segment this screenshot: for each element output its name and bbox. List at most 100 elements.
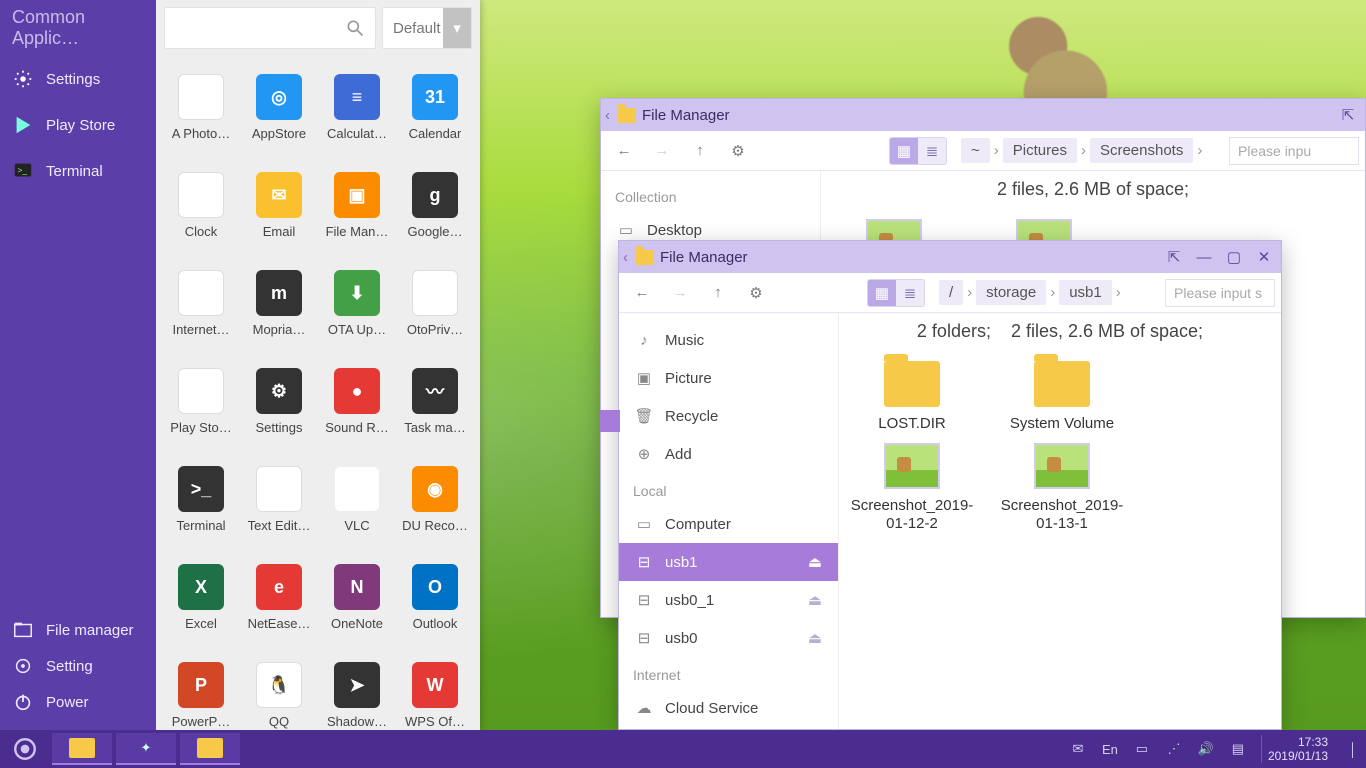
sidebar-item-recycle[interactable]: 🗑Recycle	[619, 397, 838, 435]
fm-search-input[interactable]: Please inpu	[1229, 137, 1359, 165]
sidebar-item-terminal[interactable]: >_Terminal	[0, 148, 156, 194]
app-internet[interactable]: ✦Internet…	[162, 264, 240, 360]
app-soundr[interactable]: ●Sound R…	[318, 362, 396, 458]
crumb-seg[interactable]: usb1	[1059, 280, 1112, 305]
nav-back-button[interactable]: ←	[607, 135, 641, 167]
app-settings[interactable]: ⚙Settings	[240, 362, 318, 458]
window-titlebar[interactable]: ‹ File Manager ⇱ ― ▢ ✕	[619, 241, 1281, 273]
file-item[interactable]: System Volume	[1007, 361, 1117, 433]
settings-icon[interactable]: ⚙	[721, 135, 755, 167]
app-onenote[interactable]: NOneNote	[318, 558, 396, 654]
app-textedit[interactable]: ✎Text Edit…	[240, 460, 318, 556]
sidebar-item-add[interactable]: ⊕Add	[619, 435, 838, 473]
sidebar-item-filemanager[interactable]: File manager	[0, 612, 156, 648]
sidebar-item-power[interactable]: Power	[0, 684, 156, 720]
grid-view-icon[interactable]: ▦	[868, 280, 896, 306]
start-button[interactable]	[0, 730, 50, 768]
show-desktop-button[interactable]: │	[1348, 740, 1358, 758]
app-terminal[interactable]: >_Terminal	[162, 460, 240, 556]
maximize-button[interactable]: ▢	[1223, 246, 1245, 268]
launcher-search-input[interactable]	[164, 7, 376, 49]
launcher-sort-dropdown[interactable]: Default ▾	[382, 7, 472, 49]
nav-forward-button[interactable]: →	[663, 277, 697, 309]
task-filemanager-1[interactable]	[52, 733, 112, 765]
wifi-icon[interactable]: ⋰	[1165, 740, 1183, 758]
app-otopriv[interactable]: ⦸OtoPriv…	[396, 264, 474, 360]
view-toggle[interactable]: ▦ ≣	[867, 279, 925, 307]
app-calculat[interactable]: ≡Calculat…	[318, 68, 396, 164]
app-aphoto[interactable]: 🖼A Photo…	[162, 68, 240, 164]
sidebar-item-playstore[interactable]: Play Store	[0, 102, 156, 148]
file-item[interactable]: Screenshot_2019-01-13-1	[1007, 443, 1117, 533]
app-wpsof[interactable]: WWPS Of…	[396, 656, 474, 730]
close-button[interactable]: ✕	[1253, 246, 1275, 268]
pin-icon[interactable]: ⇱	[1337, 104, 1359, 126]
app-label: DU Reco…	[402, 518, 468, 533]
fm-search-input[interactable]: Please input s	[1165, 279, 1275, 307]
app-label: Google…	[408, 224, 463, 239]
app-taskma[interactable]: 〰Task ma…	[396, 362, 474, 458]
sidebar-item-computer[interactable]: ▭Computer	[619, 505, 838, 543]
app-calendar[interactable]: 31Calendar	[396, 68, 474, 164]
app-playsto[interactable]: ▶Play Sto…	[162, 362, 240, 458]
view-toggle[interactable]: ▦ ≣	[889, 137, 947, 165]
crumb-seg[interactable]: /	[939, 280, 963, 305]
eject-icon[interactable]: ⏏	[808, 629, 822, 647]
sidebar-item-cloudservice[interactable]: ☁Cloud Service	[619, 689, 838, 727]
list-view-icon[interactable]: ≣	[918, 138, 946, 164]
nav-forward-button[interactable]: →	[645, 135, 679, 167]
pin-icon[interactable]: ⇱	[1163, 246, 1185, 268]
window-titlebar[interactable]: ‹ File Manager ⇱	[601, 99, 1365, 131]
filemanager-window-2[interactable]: ‹ File Manager ⇱ ― ▢ ✕ ← → ↑ ⚙ ▦ ≣ /› st…	[618, 240, 1282, 730]
list-view-icon[interactable]: ≣	[896, 280, 924, 306]
title-back-icon[interactable]: ‹	[623, 249, 628, 266]
title-back-icon[interactable]: ‹	[605, 107, 610, 124]
sidebar-item-setting[interactable]: Setting	[0, 648, 156, 684]
crumb-seg[interactable]: ~	[961, 138, 990, 163]
crumb-seg[interactable]: Pictures	[1003, 138, 1077, 163]
nav-up-button[interactable]: ↑	[683, 135, 717, 167]
sidebar-item-usb1[interactable]: ⊟usb1⏏	[619, 543, 838, 581]
app-otaup[interactable]: ⬇OTA Up…	[318, 264, 396, 360]
battery-icon[interactable]: ▭	[1133, 740, 1151, 758]
app-google[interactable]: gGoogle…	[396, 166, 474, 262]
nav-up-button[interactable]: ↑	[701, 277, 735, 309]
grid-view-icon[interactable]: ▦	[890, 138, 918, 164]
sidebar-item-settings[interactable]: Settings	[0, 56, 156, 102]
file-item[interactable]: Screenshot_2019-01-12-2	[857, 443, 967, 533]
crumb-seg[interactable]: Screenshots	[1090, 138, 1193, 163]
app-appstore[interactable]: ◎AppStore	[240, 68, 318, 164]
crumb-seg[interactable]: storage	[976, 280, 1046, 305]
sidebar-item-networkplaces[interactable]: ⋔Network Places	[619, 727, 838, 729]
minimize-button[interactable]: ―	[1193, 246, 1215, 268]
sidebar-item-music[interactable]: ♪Music	[619, 321, 838, 359]
app-powerp[interactable]: PPowerP…	[162, 656, 240, 730]
eject-icon[interactable]: ⏏	[808, 591, 822, 609]
volume-icon[interactable]: 🔊	[1197, 740, 1215, 758]
app-outlook[interactable]: OOutlook	[396, 558, 474, 654]
sidebar-item-usb0[interactable]: ⊟usb0⏏	[619, 619, 838, 657]
nav-back-button[interactable]: ←	[625, 277, 659, 309]
app-clock[interactable]: ◔Clock	[162, 166, 240, 262]
app-shadow[interactable]: ➤Shadow…	[318, 656, 396, 730]
app-netease[interactable]: eNetEase…	[240, 558, 318, 654]
sidebar-item-usb01[interactable]: ⊟usb0_1⏏	[619, 581, 838, 619]
file-item[interactable]: LOST.DIR	[857, 361, 967, 433]
settings-icon[interactable]: ⚙	[739, 277, 773, 309]
sidebar-item-picture[interactable]: ▣Picture	[619, 359, 838, 397]
language-indicator[interactable]: En	[1101, 740, 1119, 758]
app-excel[interactable]: XExcel	[162, 558, 240, 654]
app-email[interactable]: ✉Email	[240, 166, 318, 262]
task-filemanager-2[interactable]	[180, 733, 240, 765]
app-fileman[interactable]: ▣File Man…	[318, 166, 396, 262]
eject-icon[interactable]: ⏏	[808, 553, 822, 571]
taskbar-clock[interactable]: 17:33 2019/01/13	[1261, 735, 1334, 763]
app-dureco[interactable]: ◉DU Reco…	[396, 460, 474, 556]
app-mopria[interactable]: mMopria…	[240, 264, 318, 360]
file-label: System Volume	[1010, 415, 1114, 433]
notifications-icon[interactable]: ▤	[1229, 740, 1247, 758]
app-vlc[interactable]: ▲VLC	[318, 460, 396, 556]
task-internet[interactable]: ✦	[116, 733, 176, 765]
tray-app-icon[interactable]: ✉	[1069, 740, 1087, 758]
app-qq[interactable]: 🐧QQ	[240, 656, 318, 730]
